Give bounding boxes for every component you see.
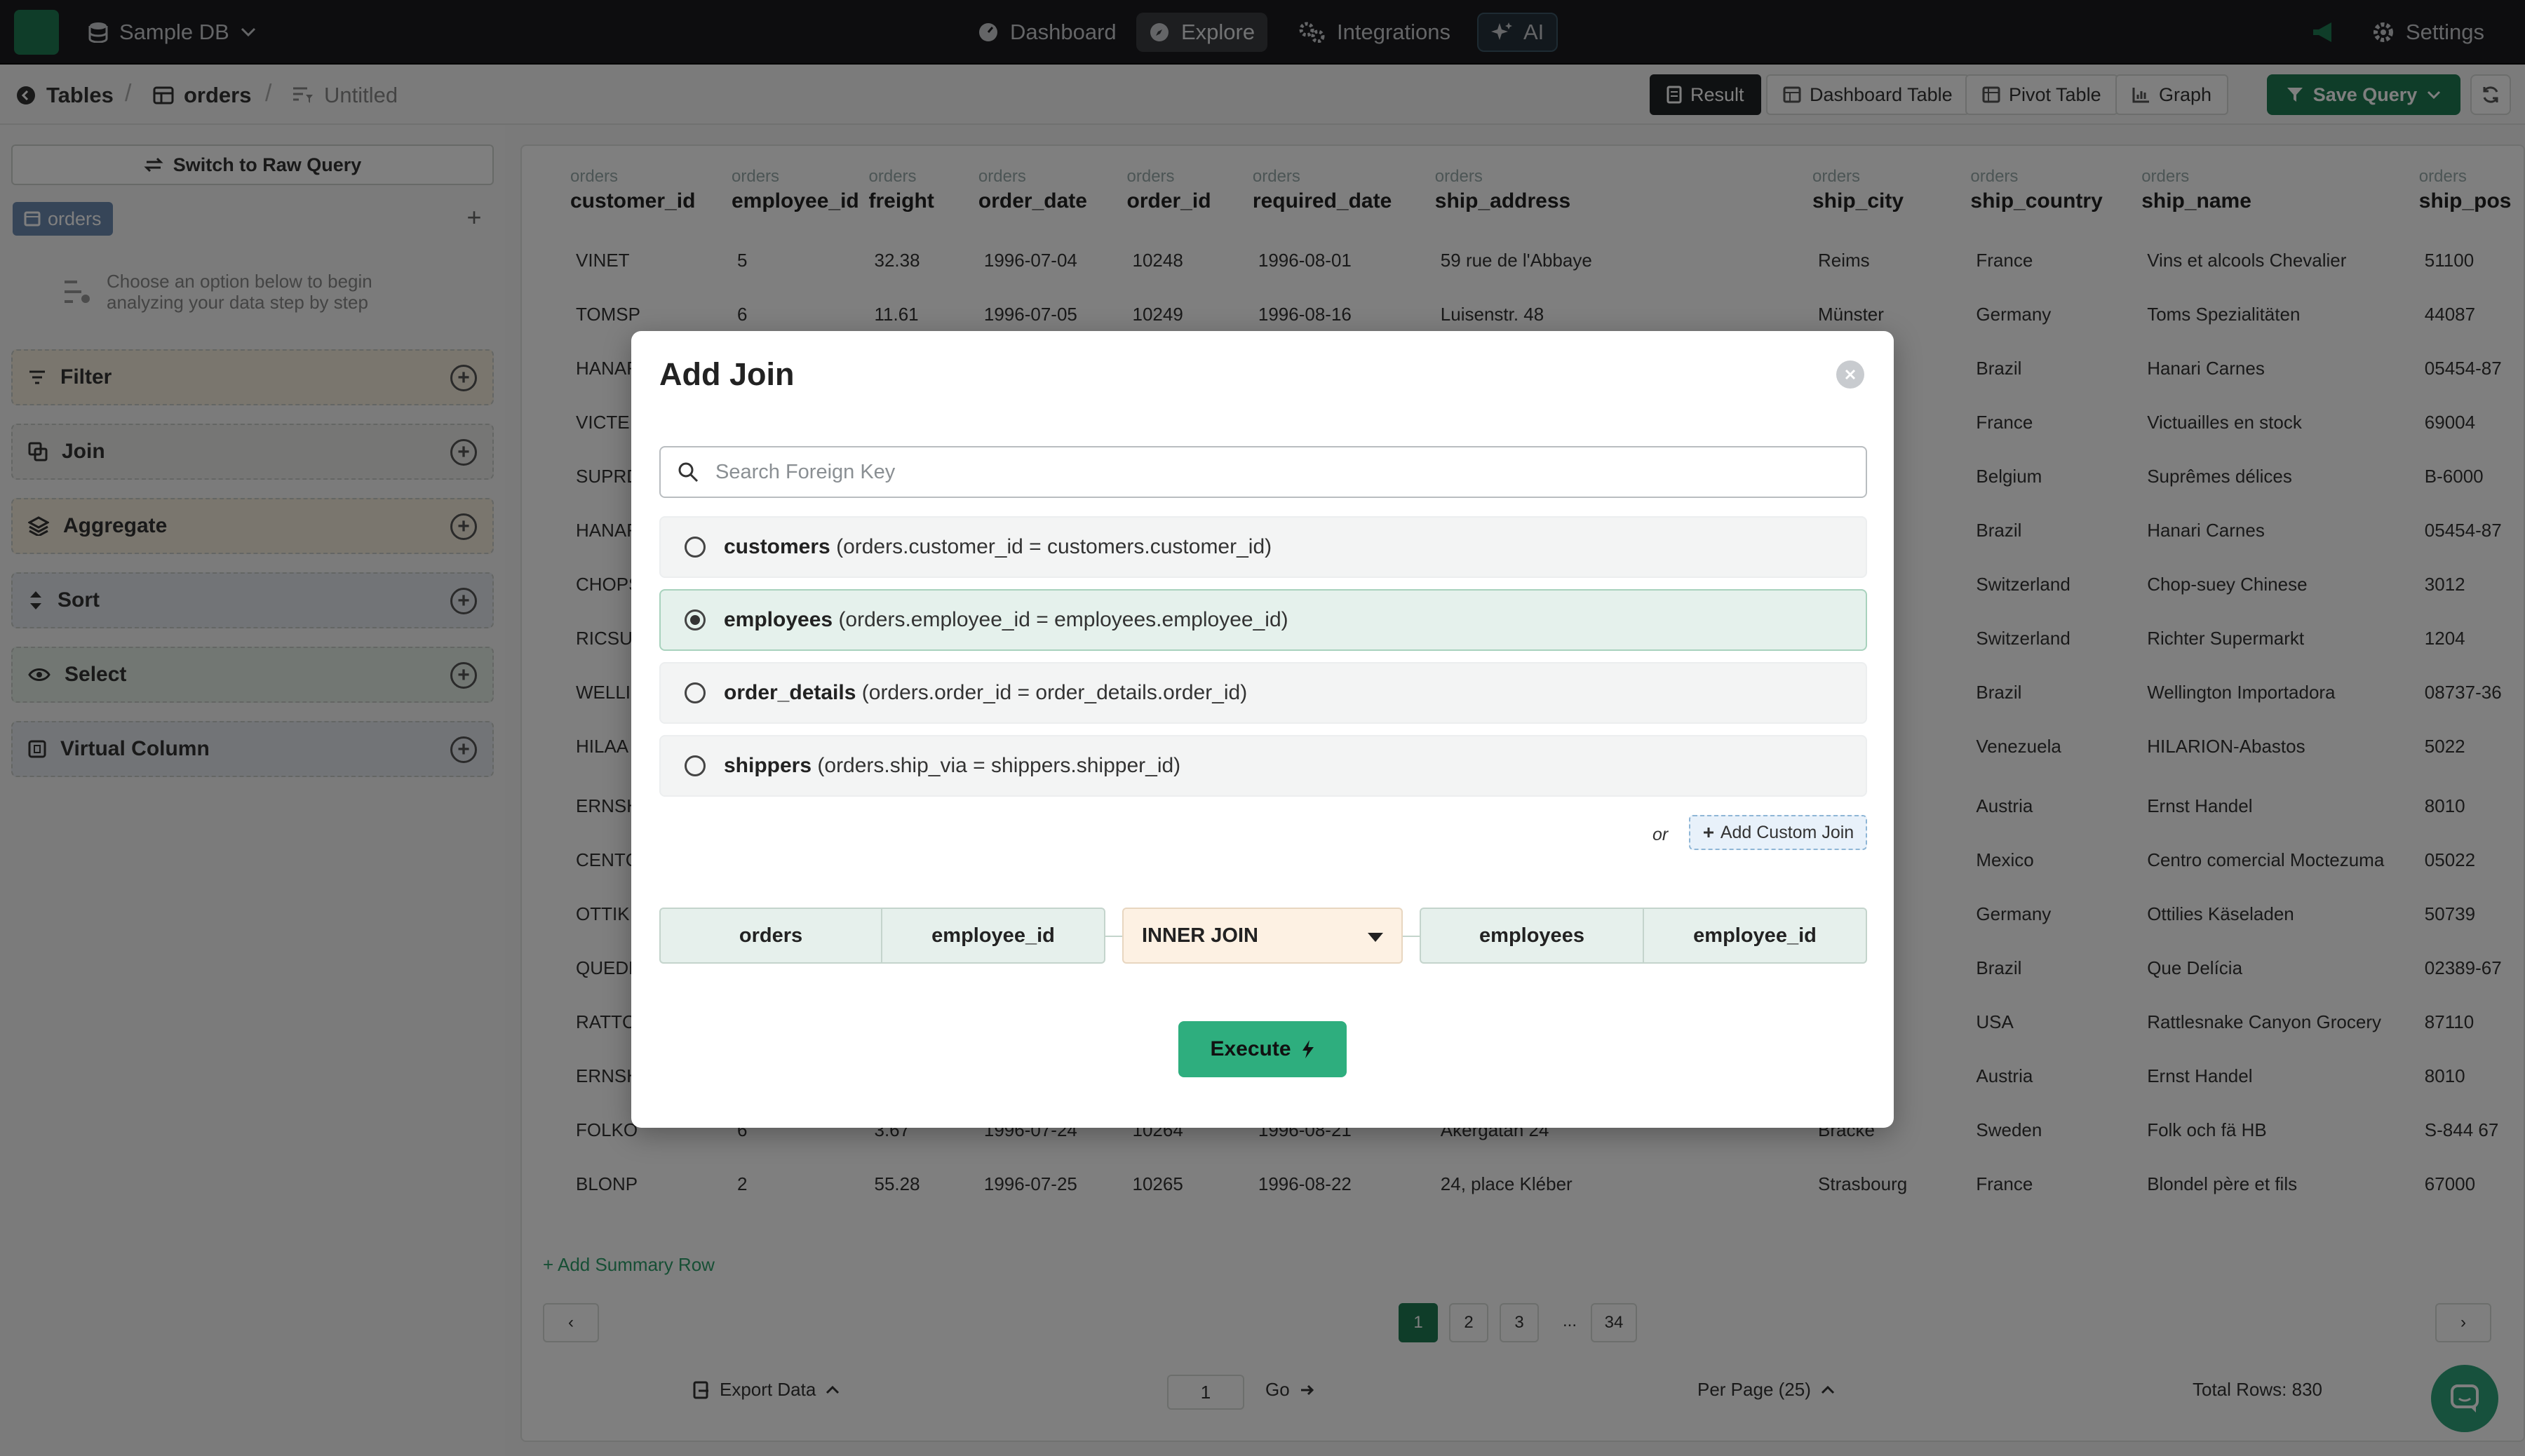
join-right-table[interactable]: employees (1420, 908, 1644, 964)
dialog-title: Add Join (659, 356, 795, 392)
radio-button[interactable] (685, 755, 706, 776)
join-option-order-details[interactable]: order_details (orders.order_id = order_d… (659, 662, 1867, 724)
join-connector (1105, 936, 1122, 937)
close-icon (1844, 368, 1857, 381)
radio-button[interactable] (685, 682, 706, 703)
add-join-dialog: Add Join customers (orders.customer_id =… (631, 331, 1894, 1128)
or-label: or (1652, 825, 1669, 844)
join-option-table: shippers (724, 754, 812, 777)
join-option-table: order_details (724, 681, 856, 704)
join-option-text: order_details (orders.order_id = order_d… (724, 681, 1247, 705)
join-option-text: shippers (orders.ship_via = shippers.shi… (724, 754, 1180, 778)
add-custom-join-button[interactable]: Add Custom Join (1689, 815, 1867, 850)
foreign-key-search-input[interactable] (715, 460, 1810, 484)
close-button[interactable] (1836, 360, 1864, 389)
radio-button[interactable] (685, 537, 706, 558)
search-icon (678, 461, 699, 483)
join-option-customers[interactable]: customers (orders.customer_id = customer… (659, 516, 1867, 578)
join-option-condition: (orders.ship_via = shippers.shipper_id) (817, 754, 1181, 777)
plus-icon (1702, 826, 1715, 839)
execute-label: Execute (1210, 1037, 1291, 1060)
add-custom-join-label: Add Custom Join (1720, 822, 1854, 842)
caret-down-icon (1368, 933, 1383, 942)
join-option-condition: (orders.employee_id = employees.employee… (838, 608, 1288, 631)
join-option-text: customers (orders.customer_id = customer… (724, 535, 1272, 559)
join-option-table: employees (724, 608, 833, 631)
radio-button-selected[interactable] (685, 609, 706, 631)
foreign-key-search[interactable] (659, 446, 1867, 498)
execute-button[interactable]: Execute (1178, 1021, 1347, 1077)
join-option-text: employees (orders.employee_id = employee… (724, 608, 1288, 632)
join-left-column[interactable]: employee_id (881, 908, 1105, 964)
join-option-condition: (orders.order_id = order_details.order_i… (861, 681, 1248, 704)
join-option-employees[interactable]: employees (orders.employee_id = employee… (659, 589, 1867, 651)
join-option-table: customers (724, 535, 830, 558)
join-connector (1403, 936, 1420, 937)
join-type-label: INNER JOIN (1142, 924, 1258, 947)
join-left-table[interactable]: orders (659, 908, 882, 964)
lightning-icon (1301, 1039, 1315, 1059)
join-option-shippers[interactable]: shippers (orders.ship_via = shippers.shi… (659, 735, 1867, 797)
join-right-column[interactable]: employee_id (1643, 908, 1867, 964)
join-option-condition: (orders.customer_id = customers.customer… (836, 535, 1272, 558)
join-type-select[interactable]: INNER JOIN (1122, 908, 1403, 964)
